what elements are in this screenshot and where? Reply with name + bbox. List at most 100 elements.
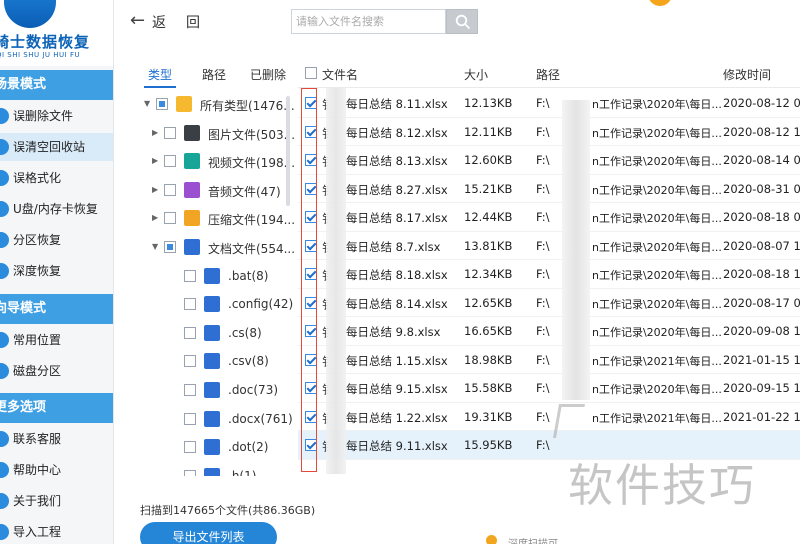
tree-item-checkbox[interactable] xyxy=(164,126,176,139)
tree-item-label: 图片文件(503... xyxy=(208,127,296,142)
sidebar-item-label: 关于我们 xyxy=(13,494,62,508)
tree-item-checkbox[interactable] xyxy=(184,469,196,476)
column-modified-header[interactable]: 修改时间 xyxy=(723,66,771,83)
tree-item[interactable]: .bat(8) xyxy=(138,262,296,290)
sidebar-item[interactable]: U盘/内存卡恢复 xyxy=(0,195,113,223)
search-button[interactable] xyxy=(446,9,478,34)
file-name: 每日总结 1.15.xlsx xyxy=(346,353,448,368)
sidebar-item[interactable]: 磁盘分区 xyxy=(0,357,113,385)
sidebar-item[interactable]: 分区恢复 xyxy=(0,226,113,254)
tree-item-checkbox[interactable] xyxy=(156,98,168,110)
sidebar-item[interactable]: 常用位置 xyxy=(0,326,113,354)
tree-item-checkbox[interactable] xyxy=(184,269,196,282)
sidebar-item-label: 常用位置 xyxy=(13,333,62,347)
file-drive: F:\ xyxy=(536,295,550,310)
tree-item[interactable]: .config(42) xyxy=(138,290,296,318)
tree-item-checkbox[interactable] xyxy=(164,241,176,253)
sidebar-item-label: 误格式化 xyxy=(13,171,62,185)
table-row[interactable]: 钅每日总结 8.14.xlsx12.65KBF:\n工作记录\2020年\每日.… xyxy=(298,289,800,317)
doc-icon xyxy=(204,296,220,313)
table-row[interactable]: 钅每日总结 8.18.xlsx12.34KBF:\n工作记录\2020年\每日.… xyxy=(298,260,800,289)
file-modified: 2020-08-31 00 xyxy=(723,181,800,196)
table-row[interactable]: 钅每日总结 1.15.xlsx18.98KBF:\n工作记录\2021年\每日.… xyxy=(298,346,800,374)
tree-item-checkbox[interactable] xyxy=(184,384,196,396)
checkbox-highlight-frame xyxy=(301,88,317,472)
tree-item[interactable]: .h(1) xyxy=(138,462,296,476)
sidebar-item[interactable]: 帮助中心 xyxy=(0,456,113,484)
table-row[interactable]: 钅每日总结 8.27.xlsx15.21KBF:\n工作记录\2020年\每日.… xyxy=(298,175,800,203)
tab-deleted[interactable]: 已删除 xyxy=(250,66,286,83)
table-row[interactable]: 钅每日总结 1.22.xlsx19.31KBF:\n工作记录\2021年\每日.… xyxy=(298,403,800,431)
tree-item-checkbox[interactable] xyxy=(164,155,176,168)
tree-item[interactable]: ▶ 视频文件(198... xyxy=(138,147,296,175)
tab-path[interactable]: 路径 xyxy=(202,66,226,83)
sidebar-item[interactable]: 误清空回收站 xyxy=(0,133,113,161)
expand-icon[interactable]: ▶ xyxy=(152,185,158,194)
file-path: n工作记录\2020年\每日... xyxy=(592,126,722,140)
table-row[interactable]: 钅每日总结 8.11.xlsx12.13KBF:\n工作记录\2020年\每日.… xyxy=(298,89,800,118)
column-name-header[interactable]: 文件名 xyxy=(322,66,358,83)
file-name: 每日总结 8.11.xlsx xyxy=(346,97,448,111)
tree-item[interactable]: ▶ 音频文件(47) xyxy=(138,176,296,204)
tree-item-checkbox[interactable] xyxy=(184,355,196,368)
sidebar-item[interactable]: 联系客服 xyxy=(0,425,113,453)
expand-icon[interactable]: ▶ xyxy=(152,156,158,165)
file-drive: F:\ xyxy=(536,181,550,196)
table-row[interactable]: 钅每日总结 9.15.xlsx15.58KBF:\n工作记录\2020年\每日.… xyxy=(298,374,800,403)
tab-type[interactable]: 类型 xyxy=(148,66,172,83)
sidebar-item[interactable]: 关于我们 xyxy=(0,487,113,515)
tree-item[interactable]: .dot(2) xyxy=(138,433,296,461)
expand-icon[interactable]: ▶ xyxy=(152,128,158,137)
sidebar-item[interactable]: 误删除文件 xyxy=(0,102,113,130)
deep-scan-label[interactable]: 深度扫描可 xyxy=(508,535,558,544)
file-drive: F:\ xyxy=(536,409,550,424)
select-all-checkbox[interactable] xyxy=(305,67,317,79)
file-size: 19.31KB xyxy=(464,409,513,424)
tree-item[interactable]: .csv(8) xyxy=(138,347,296,375)
tree-item-checkbox[interactable] xyxy=(164,183,176,196)
expand-icon[interactable]: ▶ xyxy=(152,213,158,222)
table-row[interactable]: 钅每日总结 8.17.xlsx12.44KBF:\n工作记录\2020年\每日.… xyxy=(298,203,800,232)
sidebar-item[interactable]: 误格式化 xyxy=(0,164,113,192)
sidebar-item-label: U盘/内存卡恢复 xyxy=(13,202,98,216)
search-input[interactable] xyxy=(291,9,446,34)
table-row[interactable]: 钅每日总结 9.8.xlsx16.65KBF:\n工作记录\2020年\每日..… xyxy=(298,317,800,346)
table-row[interactable]: 钅每日总结 8.13.xlsx12.60KBF:\n工作记录\2020年\每日.… xyxy=(298,146,800,175)
tree-item[interactable]: .docx(761) xyxy=(138,405,296,433)
home-button[interactable]: 回 xyxy=(186,12,200,32)
tree-item-checkbox[interactable] xyxy=(184,412,196,425)
file-path: n工作记录\2020年\每日... xyxy=(592,269,722,282)
tree-scrollbar[interactable] xyxy=(286,96,290,206)
logo-subtitle: QI SHI SHU JU HUI FU xyxy=(0,51,81,59)
tree-item[interactable]: ▶ 压缩文件(194... xyxy=(138,204,296,232)
tree-item[interactable]: .cs(8) xyxy=(138,319,296,347)
tree-item[interactable]: ▼ 文档文件(554... xyxy=(138,233,296,261)
file-size: 15.58KB xyxy=(464,381,513,395)
tree-item[interactable]: .doc(73) xyxy=(138,376,296,404)
tree-item-label: 所有类型(1476... xyxy=(200,99,295,113)
doc-icon xyxy=(204,382,220,398)
tree-item[interactable]: ▼ 所有类型(1476... xyxy=(138,90,296,118)
column-path-header[interactable]: 路径 xyxy=(536,66,560,83)
deep-scan-icon xyxy=(486,535,497,544)
table-row[interactable]: 钅每日总结 8.7.xlsx13.81KBF:\n工作记录\2020年\每日..… xyxy=(298,232,800,260)
tree-item-checkbox[interactable] xyxy=(184,441,196,454)
export-file-list-button[interactable]: 导出文件列表 xyxy=(140,522,277,544)
top-bar: ← 返 回 xyxy=(114,0,800,44)
file-name: 每日总结 8.14.xlsx xyxy=(346,296,448,311)
tree-item-checkbox[interactable] xyxy=(184,326,196,339)
notification-badge-icon[interactable] xyxy=(648,0,672,6)
back-button[interactable]: 返 xyxy=(152,12,166,32)
collapse-icon[interactable]: ▼ xyxy=(152,242,158,251)
tree-item-checkbox[interactable] xyxy=(164,212,176,225)
sidebar-item[interactable]: 深度恢复 xyxy=(0,257,113,285)
back-arrow-icon[interactable]: ← xyxy=(130,10,145,31)
tree-item-checkbox[interactable] xyxy=(184,298,196,311)
column-size-header[interactable]: 大小 xyxy=(464,66,488,83)
sidebar-item[interactable]: 导入工程 xyxy=(0,518,113,544)
collapse-icon[interactable]: ▼ xyxy=(144,99,150,108)
image-icon xyxy=(184,124,200,141)
table-row[interactable]: 钅每日总结 8.12.xlsx12.11KBF:\n工作记录\2020年\每日.… xyxy=(298,118,800,146)
app-logo: 骑士数据恢复 QI SHI SHU JU HUI FU xyxy=(0,0,113,66)
tree-item[interactable]: ▶ 图片文件(503... xyxy=(138,119,296,147)
